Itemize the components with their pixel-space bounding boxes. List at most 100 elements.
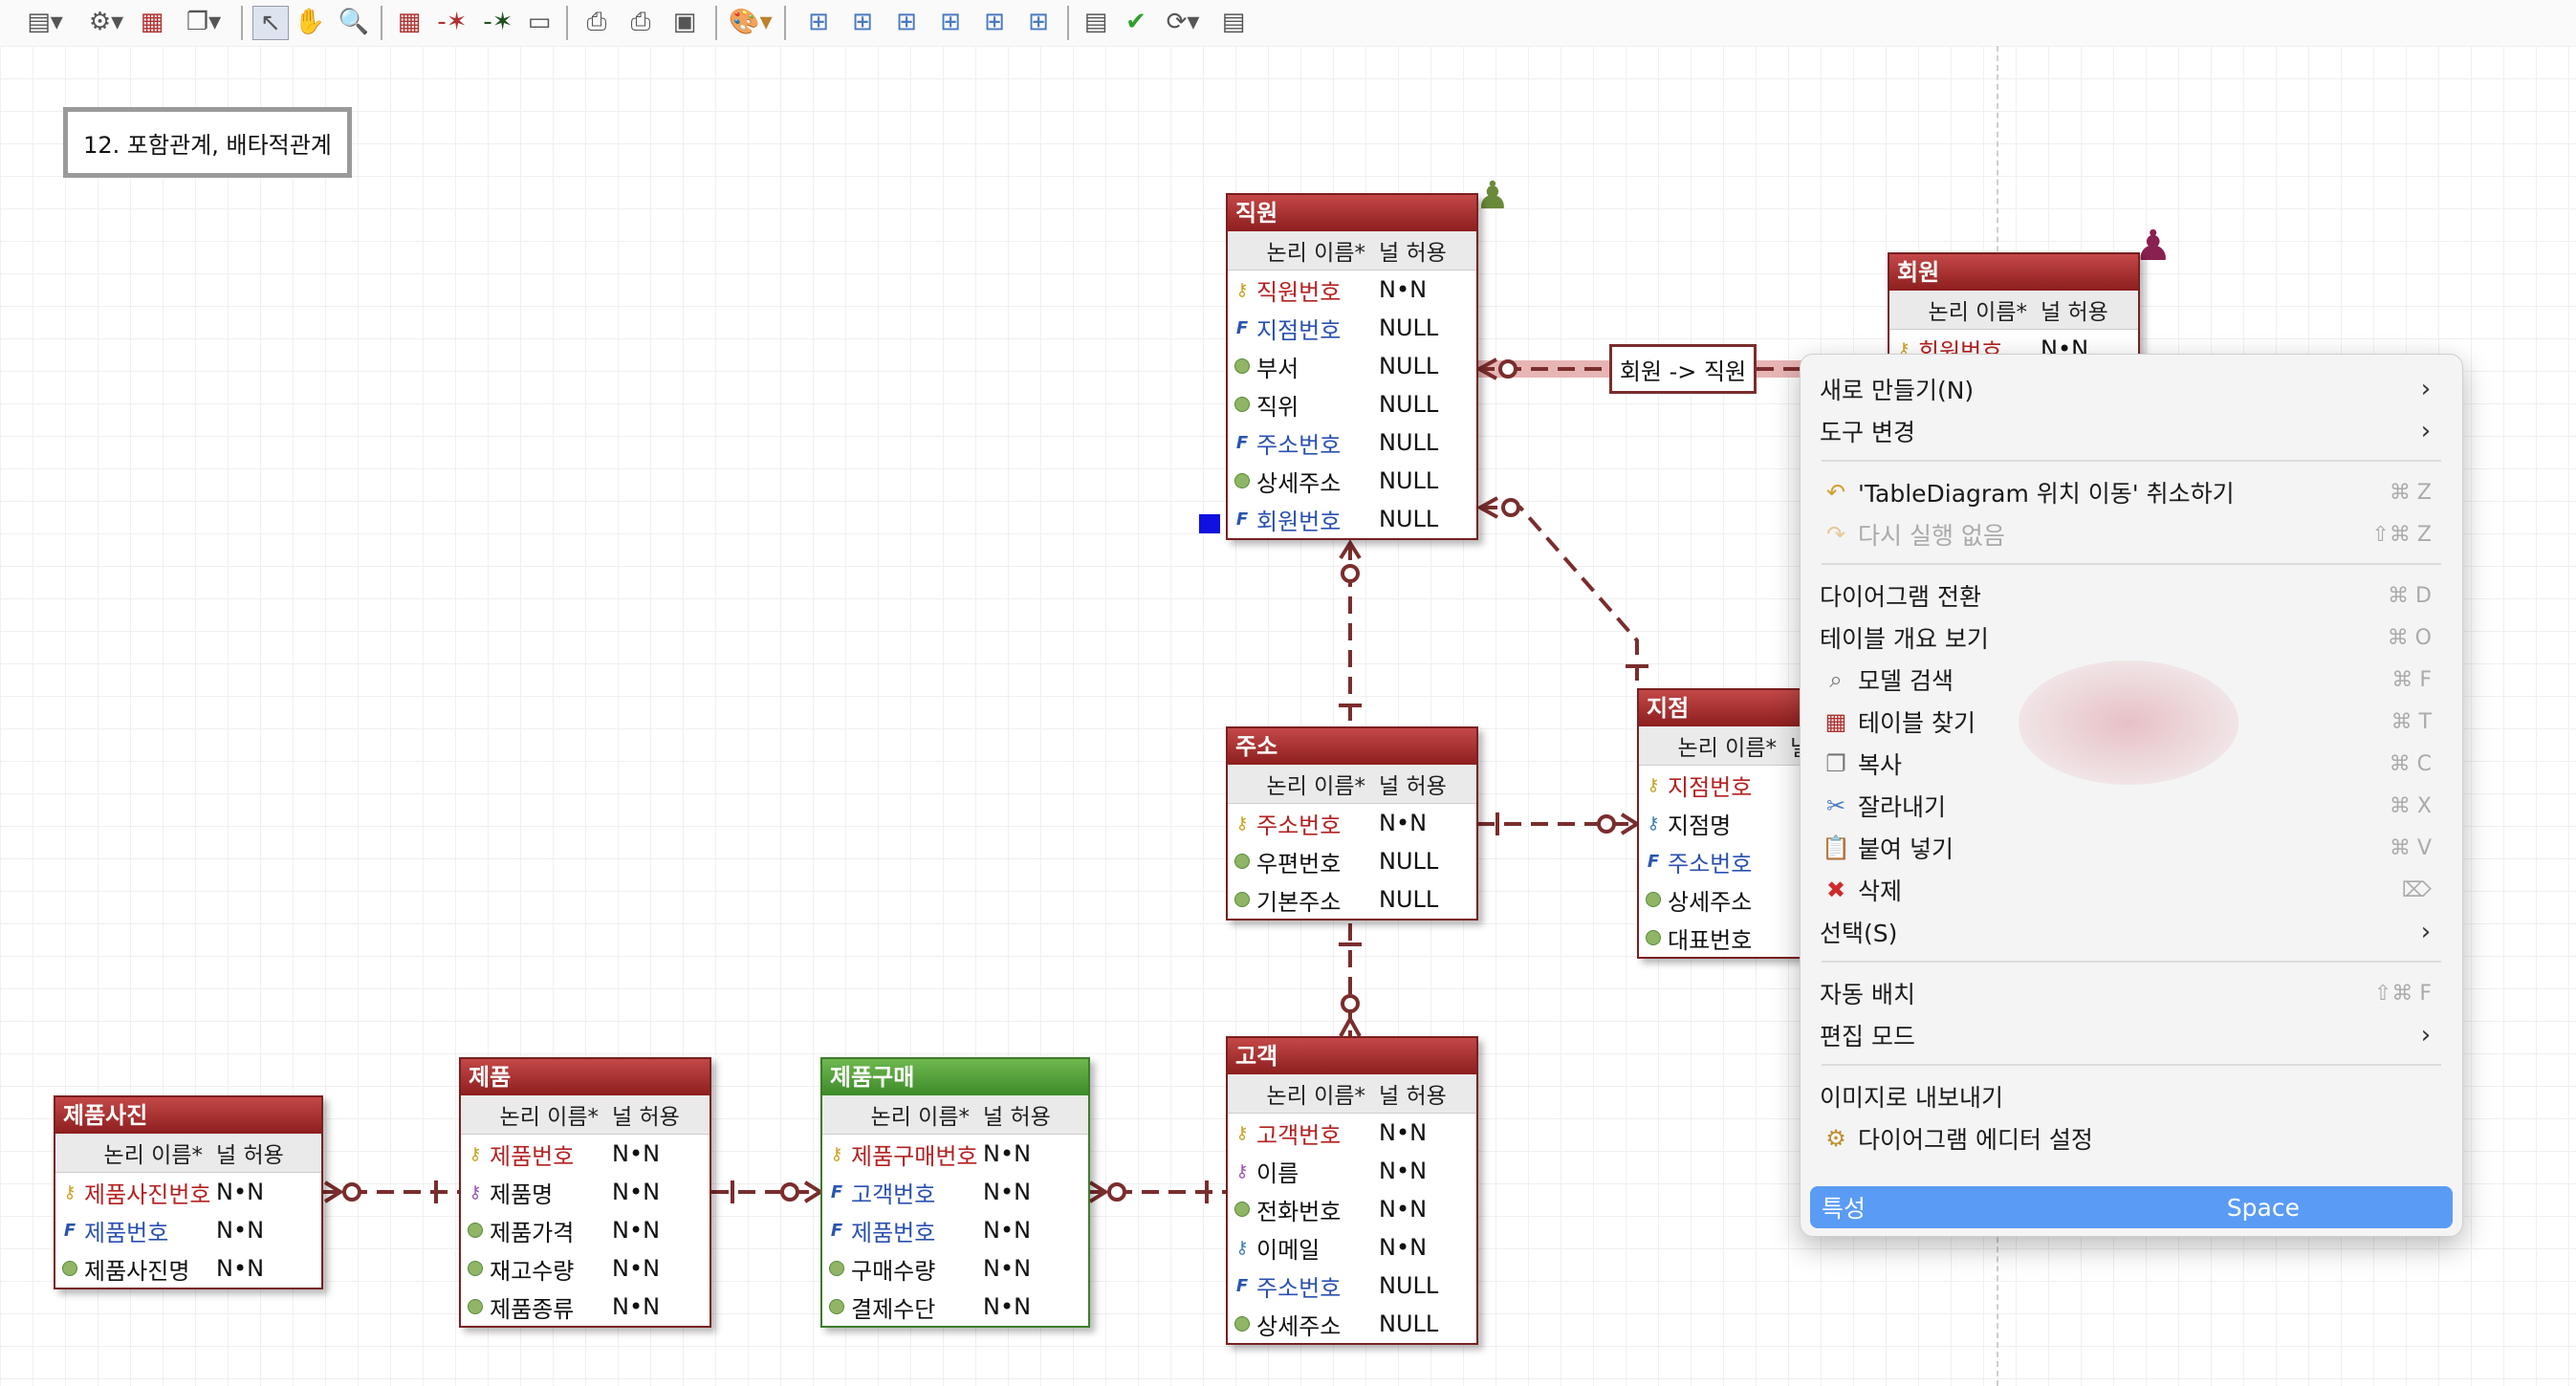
- attribute-name: 결제수단: [851, 1295, 936, 1323]
- menu-item-model-search[interactable]: ⌕ 모델 검색 ⌘ F: [1820, 659, 2443, 701]
- menu-item-find-table[interactable]: ▦ 테이블 찾기 ⌘ T: [1820, 701, 2443, 743]
- header-logical-name: 논리 이름*: [870, 1105, 970, 1130]
- entity-attribute-row[interactable]: 상세주소 NULL: [1228, 1305, 1476, 1343]
- foreign-key-icon: F: [1235, 1275, 1249, 1296]
- entity-product-photo[interactable]: 제품사진 논리 이름* 널 허용 ⚷ 제품사진번호 N•N F 제품번호 N•N 제품사진명 N•N: [54, 1095, 323, 1289]
- foreign-key-icon: F: [830, 1181, 843, 1202]
- menu-item-properties[interactable]: 특성 Space: [1810, 1186, 2453, 1228]
- attribute-null: NULL: [1379, 391, 1439, 418]
- entity-member[interactable]: 회원 논리 이름* 널 허용 ⚷ 회원번호 N•N: [1888, 252, 2140, 357]
- selection-handle[interactable]: [1199, 514, 1220, 533]
- entity-attribute-row[interactable]: ⚷ 제품구매번호 N•N: [822, 1135, 1088, 1173]
- attribute-null: N•N: [1379, 1234, 1428, 1261]
- entity-title[interactable]: 주소: [1228, 728, 1476, 765]
- entity-attribute-row[interactable]: 구매수량 N•N: [822, 1249, 1088, 1288]
- entity-attribute-row[interactable]: 결제수단 N•N: [822, 1288, 1088, 1326]
- entity-title[interactable]: 직원: [1228, 195, 1476, 231]
- attribute-name: 제품번호: [84, 1219, 169, 1246]
- index-key-icon: ⚷: [1235, 1160, 1249, 1181]
- attribute-name: 제품종류: [490, 1295, 575, 1323]
- entity-attribute-row[interactable]: F 주소번호 NULL: [1228, 1267, 1476, 1305]
- entity-employee[interactable]: 직원 논리 이름* 널 허용 ⚷ 직원번호 N•N F 지점번호 NULL 부서 NULL 직위 NUL…: [1226, 193, 1478, 540]
- menu-item-change-tool[interactable]: 도구 변경 ›: [1820, 410, 2443, 452]
- entity-title[interactable]: 제품: [461, 1059, 709, 1095]
- foreign-key-icon: F: [1235, 432, 1249, 453]
- attribute-null: N•N: [983, 1179, 1032, 1205]
- relationship-label[interactable]: 회원 -> 직원: [1609, 344, 1757, 394]
- menu-item-select[interactable]: 선택(S) ›: [1820, 911, 2443, 953]
- entity-attribute-row[interactable]: F 고객번호 N•N: [822, 1173, 1088, 1211]
- entity-attribute-row[interactable]: F 제품번호 N•N: [55, 1211, 321, 1249]
- entity-attribute-row[interactable]: F 제품번호 N•N: [822, 1211, 1088, 1249]
- entity-attribute-row[interactable]: 우편번호 NULL: [1228, 842, 1476, 880]
- gear-icon: ⚙: [1825, 1125, 1846, 1152]
- entity-attribute-row[interactable]: ⚷ 이름 N•N: [1228, 1152, 1476, 1190]
- menu-item-redo: ↷ 다시 실행 없음 ⇧⌘ Z: [1820, 513, 2443, 555]
- attribute-null: N•N: [1379, 1119, 1428, 1146]
- menu-item-new[interactable]: 새로 만들기(N) ›: [1820, 368, 2443, 410]
- entity-title[interactable]: 고객: [1228, 1038, 1476, 1074]
- attribute-icon: [468, 1299, 483, 1314]
- header-logical-name: 논리 이름*: [1266, 241, 1365, 266]
- attribute-null: N•N: [983, 1255, 1032, 1282]
- menu-item-auto-layout[interactable]: 자동 배치 ⇧⌘ F: [1820, 972, 2443, 1014]
- entity-title[interactable]: 제품사진: [55, 1097, 321, 1134]
- entity-attribute-row[interactable]: 부서 NULL: [1228, 347, 1476, 385]
- menu-item-export-image[interactable]: 이미지로 내보내기: [1820, 1075, 2443, 1117]
- attribute-name: 직원번호: [1256, 278, 1342, 306]
- attribute-name: 제품번호: [490, 1142, 575, 1170]
- attribute-name: 제품구매번호: [851, 1142, 978, 1170]
- diagram-note[interactable]: 12. 포함관계, 배타적관계: [63, 107, 352, 178]
- entity-attribute-row[interactable]: 제품사진명 N•N: [55, 1249, 321, 1288]
- context-menu: 새로 만들기(N) › 도구 변경 › ↶ 'TableDiagram 위치 이동' …: [1800, 354, 2463, 1237]
- attribute-name: 대표번호: [1668, 926, 1753, 954]
- entity-attribute-row[interactable]: 제품종류 N•N: [461, 1288, 709, 1326]
- entity-attribute-row[interactable]: F 지점번호 NULL: [1228, 309, 1476, 347]
- menu-item-switch-diagram[interactable]: 다이어그램 전환 ⌘ D: [1820, 574, 2443, 617]
- menu-item-cut[interactable]: ✂ 잘라내기 ⌘ X: [1820, 785, 2443, 827]
- entity-address[interactable]: 주소 논리 이름* 널 허용 ⚷ 주소번호 N•N 우편번호 NULL 기본주소 NULL: [1226, 726, 1478, 920]
- entity-attribute-row[interactable]: ⚷ 주소번호 N•N: [1228, 804, 1476, 842]
- entity-attribute-row[interactable]: F 주소번호 NULL: [1228, 423, 1476, 462]
- entity-attribute-row[interactable]: 직위 NULL: [1228, 385, 1476, 423]
- relationship-employee-branch: [1480, 506, 1639, 681]
- entity-attribute-row[interactable]: ⚷ 이메일 N•N: [1228, 1228, 1476, 1267]
- entity-attribute-row[interactable]: ⚷ 제품번호 N•N: [461, 1135, 709, 1173]
- attribute-null: NULL: [1379, 1272, 1439, 1299]
- optional-circle: [1341, 994, 1360, 1013]
- entity-customer[interactable]: 고객 논리 이름* 널 허용 ⚷ 고객번호 N•N ⚷ 이름 N•N 전화번호 N•N ⚷ 이메일 N•N…: [1226, 1036, 1478, 1345]
- entity-attribute-row[interactable]: ⚷ 제품사진번호 N•N: [55, 1173, 321, 1211]
- entity-attribute-row[interactable]: F 회원번호 NULL: [1228, 500, 1476, 538]
- chevron-right-icon: ›: [2420, 918, 2432, 946]
- attribute-null: N•N: [216, 1179, 265, 1205]
- entity-attribute-row[interactable]: 전화번호 N•N: [1228, 1190, 1476, 1228]
- search-icon: ⌕: [1829, 666, 1843, 693]
- menu-item-edit-mode[interactable]: 편집 모드 ›: [1820, 1014, 2443, 1056]
- attribute-icon: [468, 1261, 483, 1276]
- entity-attribute-row[interactable]: 제품가격 N•N: [461, 1211, 709, 1249]
- entity-title[interactable]: 회원: [1889, 254, 2138, 291]
- attribute-null: NULL: [1379, 314, 1439, 341]
- entity-attribute-row[interactable]: 기본주소 NULL: [1228, 880, 1476, 919]
- entity-attribute-row[interactable]: 재고수량 N•N: [461, 1249, 709, 1288]
- attribute-name: 고객번호: [851, 1180, 936, 1208]
- menu-item-undo[interactable]: ↶ 'TableDiagram 위치 이동' 취소하기 ⌘ Z: [1820, 471, 2443, 513]
- entity-attribute-row[interactable]: ⚷ 직원번호 N•N: [1228, 271, 1476, 309]
- menu-item-delete[interactable]: ✖ 삭제 ⌦: [1820, 869, 2443, 911]
- menu-item-table-overview[interactable]: 테이블 개요 보기 ⌘ O: [1820, 617, 2443, 659]
- optional-circle: [1341, 564, 1360, 583]
- attribute-name: 부서: [1256, 355, 1299, 382]
- menu-item-copy[interactable]: ❐ 복사 ⌘ C: [1820, 743, 2443, 785]
- entity-product[interactable]: 제품 논리 이름* 널 허용 ⚷ 제품번호 N•N ⚷ 제품명 N•N 제품가격 N•N 재고수량 N•…: [459, 1057, 711, 1328]
- attribute-icon: [1234, 397, 1250, 412]
- entity-title[interactable]: 제품구매: [822, 1059, 1088, 1095]
- entity-attribute-row[interactable]: 상세주소 NULL: [1228, 462, 1476, 500]
- entity-attribute-row[interactable]: ⚷ 제품명 N•N: [461, 1173, 709, 1211]
- menu-item-editor-settings[interactable]: ⚙ 다이어그램 에디터 설정: [1820, 1117, 2443, 1159]
- entity-attribute-row[interactable]: ⚷ 고객번호 N•N: [1228, 1114, 1476, 1152]
- optional-circle: [780, 1182, 799, 1202]
- entity-purchase[interactable]: 제품구매 논리 이름* 널 허용 ⚷ 제품구매번호 N•N F 고객번호 N•N F 제품번호 N•N…: [820, 1057, 1090, 1328]
- key-icon: ⚷: [1235, 279, 1249, 300]
- attribute-null: NULL: [1379, 886, 1439, 913]
- menu-item-paste[interactable]: 📋 붙여 넣기 ⌘ V: [1820, 827, 2443, 869]
